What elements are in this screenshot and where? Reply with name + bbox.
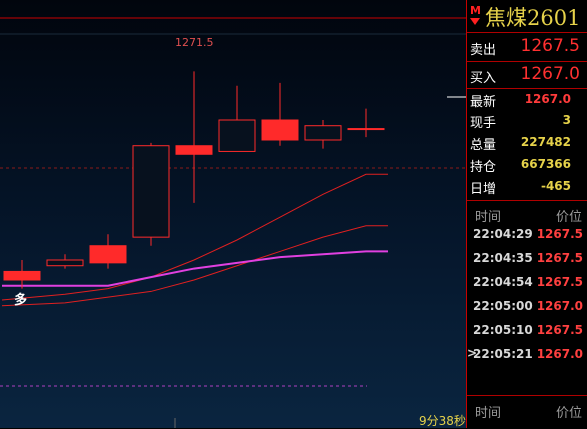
- candlestick-chart[interactable]: [0, 0, 467, 428]
- stat-value: 227482: [520, 135, 571, 149]
- candle-body: [89, 245, 127, 264]
- divider: [467, 200, 587, 201]
- tick-price: 1267.5: [536, 251, 583, 265]
- candle-body: [3, 270, 41, 281]
- stat-value: 667366: [520, 157, 571, 171]
- tick-row[interactable]: 22:04:54 1267.5: [467, 271, 587, 295]
- tick-price: 1267.0: [536, 299, 583, 313]
- candle-body: [132, 145, 170, 238]
- ask-row[interactable]: 卖出 1267.5: [467, 33, 587, 61]
- high-price-label: 1271.5: [175, 36, 214, 49]
- stat-last: 最新 1267.0: [467, 89, 587, 110]
- stat-label: 日增: [470, 182, 497, 197]
- candle-body: [261, 119, 299, 141]
- stat-label: 总量: [470, 138, 497, 153]
- stat-value: 1267.0: [524, 92, 571, 106]
- bid-price: 1267.0: [520, 64, 580, 84]
- tick-time: 22:04:54: [473, 275, 533, 289]
- ask-label: 卖出: [470, 43, 497, 58]
- stat-label: 最新: [470, 95, 497, 110]
- quote-panel: M 焦煤2601 卖出 1267.5 买入 1267.0 最新 1267.0 现…: [467, 0, 587, 428]
- stat-value: 3: [562, 113, 571, 127]
- bid-row[interactable]: 买入 1267.0: [467, 61, 587, 89]
- bid-label: 买入: [470, 71, 497, 86]
- tick-time: 22:04:35: [473, 251, 533, 265]
- stat-open-interest: 持仓 667366: [467, 154, 587, 175]
- tick-row[interactable]: > 22:05:21 1267.0: [467, 343, 587, 367]
- candle-body: [46, 259, 84, 267]
- chart-background: [0, 0, 467, 428]
- stat-label: 现手: [470, 116, 497, 131]
- bar-countdown: 9分38秒: [419, 414, 466, 428]
- stat-volume: 总量 227482: [467, 132, 587, 153]
- market-flag: M: [470, 4, 481, 17]
- instrument-title: 焦煤2601: [485, 6, 581, 30]
- tick-time: 22:04:29: [473, 227, 533, 241]
- tick-price: 1267.5: [536, 323, 583, 337]
- divider: [467, 395, 587, 396]
- candle-body: [347, 128, 385, 131]
- candle-body: [175, 145, 213, 155]
- candle-body: [304, 125, 342, 141]
- tick-time: 22:05:10: [473, 323, 533, 337]
- ticks-header-secondary: 时间 价位: [467, 399, 587, 421]
- tick-row[interactable]: 22:04:35 1267.5: [467, 247, 587, 271]
- ticks-header: 时间 价位: [467, 203, 587, 225]
- ticks-time-header: 时间: [475, 406, 502, 421]
- tick-price: 1267.0: [536, 347, 583, 361]
- tick-price: 1267.5: [536, 275, 583, 289]
- stat-value: -465: [540, 179, 571, 193]
- long-signal-label: 多: [14, 293, 28, 308]
- stat-daily-change: 日增 -465: [467, 176, 587, 197]
- tick-row[interactable]: 22:04:29 1267.5: [467, 223, 587, 247]
- candle-body: [218, 119, 256, 152]
- tick-time: 22:05:00: [473, 299, 533, 313]
- tick-row[interactable]: 22:05:00 1267.0: [467, 295, 587, 319]
- dropdown-arrow-icon[interactable]: [470, 18, 480, 25]
- stat-current-lot: 现手 3: [467, 110, 587, 131]
- tick-time: 22:05:21: [473, 347, 533, 361]
- ticks-price-header: 价位: [555, 406, 582, 421]
- stat-label: 持仓: [470, 160, 497, 175]
- candle: [132, 142, 170, 246]
- tick-price: 1267.5: [536, 227, 583, 241]
- tick-row[interactable]: 22:05:10 1267.5: [467, 319, 587, 343]
- ask-price: 1267.5: [520, 36, 580, 56]
- instrument-header[interactable]: M 焦煤2601: [467, 0, 587, 33]
